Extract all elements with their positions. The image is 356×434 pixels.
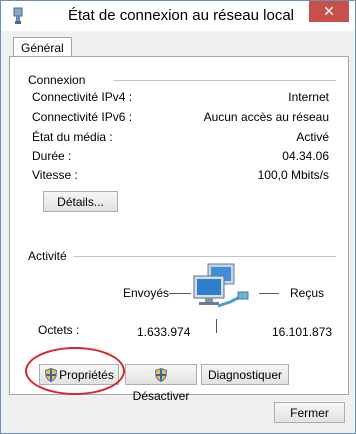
uac-shield-icon xyxy=(154,368,167,382)
ipv6-label: Connectivité IPv6 : xyxy=(32,110,133,124)
dialog-window: État de connexion au réseau local ✕ Géné… xyxy=(0,0,356,434)
close-button[interactable]: Fermer xyxy=(274,402,345,423)
duration-label: Durée : xyxy=(32,149,72,163)
disable-label: Désactiver xyxy=(132,389,190,403)
network-adapter-icon xyxy=(13,7,23,24)
tab-strip: Général xyxy=(9,31,347,58)
ipv4-row: Connectivité IPv4 : Internet xyxy=(32,90,329,108)
bytes-sent-value: 1.633.974 xyxy=(137,325,191,339)
ipv4-label: Connectivité IPv4 : xyxy=(32,90,133,104)
ipv6-value: Aucun accès au réseau xyxy=(203,110,329,124)
tab-general[interactable]: Général xyxy=(13,37,72,58)
activity-separator xyxy=(216,319,217,333)
speed-value: 100,0 Mbits/s xyxy=(257,168,329,182)
properties-highlight-circle xyxy=(25,347,125,395)
activity-divider xyxy=(73,256,336,257)
received-connector xyxy=(259,293,279,294)
connection-heading: Connexion xyxy=(28,73,86,87)
details-button[interactable]: Détails... xyxy=(43,191,118,212)
sent-label: Envoyés xyxy=(123,286,170,300)
media-state-value: Activé xyxy=(296,130,329,144)
media-state-label: État du média : xyxy=(32,130,113,144)
ipv6-row: Connectivité IPv6 : Aucun accès au résea… xyxy=(32,110,329,128)
activity-heading: Activité xyxy=(28,249,67,263)
bytes-received-value: 16.101.873 xyxy=(272,325,333,339)
received-label: Reçus xyxy=(290,286,325,300)
speed-label: Vitesse : xyxy=(32,168,78,182)
general-panel: Connexion Connectivité IPv4 : Internet C… xyxy=(9,56,349,403)
connection-divider xyxy=(113,80,336,81)
sent-connector xyxy=(169,293,191,294)
close-window-button[interactable]: ✕ xyxy=(309,1,349,22)
bytes-label: Octets : xyxy=(38,323,80,337)
ipv4-value: Internet xyxy=(288,90,329,104)
diagnose-button[interactable]: Diagnostiquer xyxy=(201,364,289,385)
speed-row: Vitesse : 100,0 Mbits/s xyxy=(32,168,329,186)
window-title: État de connexion au réseau local xyxy=(68,7,294,24)
title-bar: État de connexion au réseau local ✕ xyxy=(1,1,355,31)
disable-button[interactable]: Désactiver xyxy=(125,364,197,403)
duration-value: 04.34.06 xyxy=(282,149,329,163)
duration-row: Durée : 04.34.06 xyxy=(32,149,329,167)
network-computers-icon xyxy=(193,263,249,308)
media-state-row: État du média : Activé xyxy=(32,130,329,148)
